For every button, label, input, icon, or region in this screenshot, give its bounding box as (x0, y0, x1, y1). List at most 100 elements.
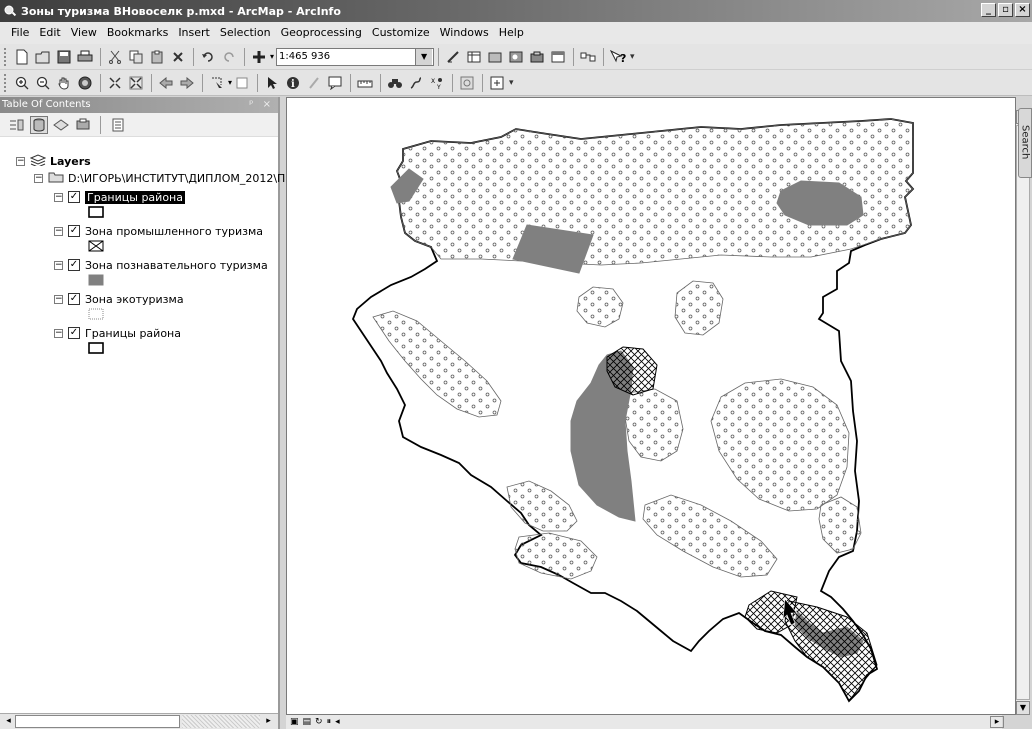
redo-icon[interactable] (219, 47, 238, 66)
map-vertical-scrollbar[interactable]: ▲ ▼ (1016, 110, 1030, 715)
open-folder-icon[interactable] (33, 47, 52, 66)
layer-visibility-checkbox[interactable]: ✓ (68, 191, 80, 203)
collapse-icon[interactable]: − (54, 328, 63, 338)
menu-customize[interactable]: Customize (367, 23, 435, 43)
menu-help[interactable]: Help (494, 23, 529, 43)
model-builder-icon[interactable] (578, 47, 597, 66)
pause-drawing-icon[interactable]: ⏸ (327, 717, 332, 727)
go-back-extent-icon[interactable] (156, 73, 175, 92)
select-features-icon[interactable] (207, 73, 226, 92)
scroll-thumb[interactable] (15, 715, 180, 728)
collapse-icon[interactable]: − (54, 294, 63, 304)
go-forward-extent-icon[interactable] (177, 73, 196, 92)
layer-item[interactable]: − ✓ Зона промышленного туризма (54, 223, 263, 239)
layer-visibility-checkbox[interactable]: ✓ (68, 327, 80, 339)
menu-view[interactable]: View (66, 23, 102, 43)
menu-geoprocessing[interactable]: Geoprocessing (276, 23, 367, 43)
save-icon[interactable] (54, 47, 73, 66)
layer-item[interactable]: − ✓ Границы района (54, 189, 185, 205)
layer-item[interactable]: − ✓ Зона познавательного туризма (54, 257, 268, 273)
copy-icon[interactable] (126, 47, 145, 66)
scale-dropdown-icon[interactable]: ▼ (415, 48, 433, 65)
map-horizontal-scrollbar[interactable]: ▣ ▤ ↻ ⏸ ◂ ▸ (286, 715, 1004, 729)
toolbar-options-icon[interactable]: ▾ (630, 52, 635, 62)
layer-label[interactable]: Зона экотуризма (85, 293, 184, 306)
zoom-in-icon[interactable] (12, 73, 31, 92)
collapse-icon[interactable]: − (34, 173, 43, 183)
toolbar-grip[interactable] (4, 47, 8, 66)
menu-edit[interactable]: Edit (34, 23, 65, 43)
layer-visibility-checkbox[interactable]: ✓ (68, 293, 80, 305)
layer-label[interactable]: Границы района (85, 190, 185, 204)
add-data-icon[interactable] (249, 47, 268, 66)
menu-file[interactable]: File (6, 23, 34, 43)
map-view[interactable] (286, 97, 1016, 715)
fixed-zoom-in-icon[interactable] (105, 73, 124, 92)
maximize-button[interactable]: ▫ (998, 3, 1013, 17)
layer-label[interactable]: Зона познавательного туризма (85, 259, 268, 272)
toolbar-grip[interactable] (4, 73, 8, 92)
toc-pin-close-icon[interactable]: ᵖ × (249, 97, 274, 113)
list-by-drawing-order-icon[interactable] (8, 116, 26, 134)
list-by-visibility-icon[interactable] (52, 116, 70, 134)
menu-insert[interactable]: Insert (173, 23, 215, 43)
layout-view-icon[interactable]: ▤ (303, 717, 312, 727)
catalog-icon[interactable] (485, 47, 504, 66)
print-icon[interactable] (75, 47, 94, 66)
menu-selection[interactable]: Selection (215, 23, 276, 43)
collapse-icon[interactable]: − (54, 226, 63, 236)
scroll-track[interactable] (182, 715, 260, 728)
identify-icon[interactable]: i (283, 73, 302, 92)
scroll-thumb[interactable] (1016, 125, 1030, 700)
layers-root[interactable]: − Layers (16, 153, 91, 169)
editor-toolbar-icon[interactable] (443, 47, 462, 66)
toc-options-icon[interactable] (109, 116, 127, 134)
minimize-button[interactable]: _ (981, 3, 996, 17)
collapse-icon[interactable]: − (54, 192, 63, 202)
layer-visibility-checkbox[interactable]: ✓ (68, 225, 80, 237)
undo-icon[interactable] (198, 47, 217, 66)
close-button[interactable]: × (1015, 3, 1030, 17)
add-data-dropdown-icon[interactable]: ▾ (270, 52, 274, 61)
new-document-icon[interactable] (12, 47, 31, 66)
scroll-left-icon[interactable]: ◂ (2, 715, 15, 728)
toolbar-options-icon[interactable]: ▾ (509, 78, 514, 88)
map-canvas[interactable] (287, 98, 1015, 714)
time-slider-icon[interactable] (457, 73, 476, 92)
toc-horizontal-scrollbar[interactable]: ◂ ▸ (0, 713, 278, 729)
table-of-contents-icon[interactable] (464, 47, 483, 66)
find-route-icon[interactable] (406, 73, 425, 92)
search-side-tab[interactable]: Search (1018, 108, 1032, 178)
find-binoculars-icon[interactable] (385, 73, 404, 92)
scroll-down-icon[interactable]: ▼ (1016, 701, 1030, 715)
refresh-icon[interactable]: ↻ (315, 717, 323, 727)
list-by-source-icon[interactable] (30, 115, 48, 134)
scroll-right-icon[interactable]: ▸ (990, 716, 1004, 728)
delete-icon[interactable] (168, 47, 187, 66)
data-view-icon[interactable]: ▣ (290, 717, 299, 727)
map-scale-combo[interactable]: ▼ (276, 47, 435, 66)
html-popup-icon[interactable] (325, 73, 344, 92)
whats-this-help-icon[interactable]: ? (608, 47, 627, 66)
layer-item[interactable]: − ✓ Зона экотуризма (54, 291, 184, 307)
layer-item[interactable]: − ✓ Границы района (54, 325, 181, 341)
hyperlink-icon[interactable] (304, 73, 323, 92)
menu-windows[interactable]: Windows (435, 23, 494, 43)
layer-label[interactable]: Границы района (85, 327, 181, 340)
go-to-xy-icon[interactable]: XY (427, 73, 446, 92)
collapse-icon[interactable]: − (16, 156, 25, 166)
map-scale-input[interactable] (277, 51, 416, 62)
layer-visibility-checkbox[interactable]: ✓ (68, 259, 80, 271)
source-folder[interactable]: − D:\ИГОРЬ\ИНСТИТУТ\ДИПЛОМ_2012\ПОЕ (34, 170, 301, 186)
cut-icon[interactable] (105, 47, 124, 66)
search-window-icon[interactable] (506, 47, 525, 66)
create-viewer-window-icon[interactable] (487, 73, 506, 92)
collapse-icon[interactable]: − (54, 260, 63, 270)
paste-icon[interactable] (147, 47, 166, 66)
fixed-zoom-out-icon[interactable] (126, 73, 145, 92)
scroll-left-icon[interactable]: ◂ (335, 717, 340, 727)
search-tab-label[interactable]: Search (1020, 125, 1031, 159)
menu-bookmarks[interactable]: Bookmarks (102, 23, 173, 43)
python-window-icon[interactable] (548, 47, 567, 66)
clear-selection-icon[interactable] (232, 73, 251, 92)
